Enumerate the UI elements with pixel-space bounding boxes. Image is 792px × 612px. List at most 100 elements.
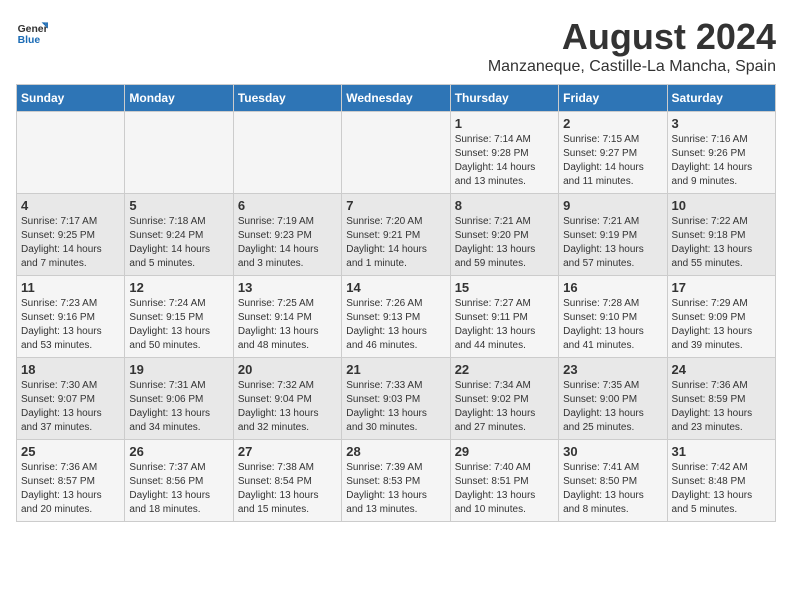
day-of-week-wednesday: Wednesday (342, 85, 450, 112)
day-number: 22 (455, 362, 554, 377)
calendar-cell: 27 Sunrise: 7:38 AM Sunset: 8:54 PM Dayli… (233, 440, 341, 522)
day-info: Sunrise: 7:28 AM Sunset: 9:10 PM Dayligh… (563, 297, 662, 353)
calendar-cell: 23 Sunrise: 7:35 AM Sunset: 9:00 PM Dayli… (559, 358, 667, 440)
calendar-cell: 11Sunrise: 7:23 AM Sunset: 9:16 PM Dayli… (17, 276, 125, 358)
calendar-cell: 10 Sunrise: 7:22 AM Sunset: 9:18 PM Dayli… (667, 194, 775, 276)
calendar-week-3: 11Sunrise: 7:23 AM Sunset: 9:16 PM Dayli… (17, 276, 776, 358)
day-number: 4 (21, 198, 120, 213)
day-number: 29 (455, 444, 554, 459)
day-info: Sunrise: 7:34 AM Sunset: 9:02 PM Dayligh… (455, 379, 554, 435)
calendar-cell: 16 Sunrise: 7:28 AM Sunset: 9:10 PM Dayli… (559, 276, 667, 358)
day-info: Sunrise: 7:33 AM Sunset: 9:03 PM Dayligh… (346, 379, 445, 435)
calendar-cell (342, 112, 450, 194)
day-info: Sunrise: 7:17 AM Sunset: 9:25 PM Dayligh… (21, 215, 120, 271)
calendar-cell (233, 112, 341, 194)
day-number: 2 (563, 116, 662, 131)
day-info: Sunrise: 7:31 AM Sunset: 9:06 PM Dayligh… (129, 379, 228, 435)
calendar-week-4: 18 Sunrise: 7:30 AM Sunset: 9:07 PM Dayli… (17, 358, 776, 440)
day-info: Sunrise: 7:23 AM Sunset: 9:16 PM Dayligh… (21, 297, 120, 353)
day-info: Sunrise: 7:24 AM Sunset: 9:15 PM Dayligh… (129, 297, 228, 353)
day-number: 30 (563, 444, 662, 459)
day-info: Sunrise: 7:26 AM Sunset: 9:13 PM Dayligh… (346, 297, 445, 353)
day-number: 27 (238, 444, 337, 459)
calendar-cell: 19 Sunrise: 7:31 AM Sunset: 9:06 PM Dayli… (125, 358, 233, 440)
day-info: Sunrise: 7:21 AM Sunset: 9:19 PM Dayligh… (563, 215, 662, 271)
calendar-cell: 5Sunrise: 7:18 AM Sunset: 9:24 PM Daylig… (125, 194, 233, 276)
day-number: 28 (346, 444, 445, 459)
day-of-week-thursday: Thursday (450, 85, 558, 112)
day-number: 21 (346, 362, 445, 377)
day-number: 3 (672, 116, 771, 131)
day-number: 25 (21, 444, 120, 459)
calendar-cell: 26Sunrise: 7:37 AM Sunset: 8:56 PM Dayli… (125, 440, 233, 522)
day-info: Sunrise: 7:21 AM Sunset: 9:20 PM Dayligh… (455, 215, 554, 271)
calendar-cell: 6 Sunrise: 7:19 AM Sunset: 9:23 PM Daylig… (233, 194, 341, 276)
calendar-cell: 30 Sunrise: 7:41 AM Sunset: 8:50 PM Dayli… (559, 440, 667, 522)
calendar-cell: 12 Sunrise: 7:24 AM Sunset: 9:15 PM Dayli… (125, 276, 233, 358)
calendar-cell: 21 Sunrise: 7:33 AM Sunset: 9:03 PM Dayli… (342, 358, 450, 440)
calendar-cell: 2Sunrise: 7:15 AM Sunset: 9:27 PM Daylig… (559, 112, 667, 194)
page-title: August 2024 (488, 16, 776, 58)
day-number: 14 (346, 280, 445, 295)
day-info: Sunrise: 7:32 AM Sunset: 9:04 PM Dayligh… (238, 379, 337, 435)
days-of-week-row: SundayMondayTuesdayWednesdayThursdayFrid… (17, 85, 776, 112)
day-info: Sunrise: 7:38 AM Sunset: 8:54 PM Dayligh… (238, 461, 337, 517)
day-info: Sunrise: 7:41 AM Sunset: 8:50 PM Dayligh… (563, 461, 662, 517)
page-subtitle: Manzaneque, Castille-La Mancha, Spain (488, 58, 776, 76)
calendar-cell (17, 112, 125, 194)
day-number: 18 (21, 362, 120, 377)
day-number: 12 (129, 280, 228, 295)
calendar-cell: 15Sunrise: 7:27 AM Sunset: 9:11 PM Dayli… (450, 276, 558, 358)
calendar-cell: 25 Sunrise: 7:36 AM Sunset: 8:57 PM Dayli… (17, 440, 125, 522)
calendar-cell: 18 Sunrise: 7:30 AM Sunset: 9:07 PM Dayli… (17, 358, 125, 440)
day-info: Sunrise: 7:25 AM Sunset: 9:14 PM Dayligh… (238, 297, 337, 353)
day-number: 9 (563, 198, 662, 213)
day-info: Sunrise: 7:35 AM Sunset: 9:00 PM Dayligh… (563, 379, 662, 435)
calendar-cell: 22 Sunrise: 7:34 AM Sunset: 9:02 PM Dayli… (450, 358, 558, 440)
day-number: 8 (455, 198, 554, 213)
day-number: 23 (563, 362, 662, 377)
day-of-week-friday: Friday (559, 85, 667, 112)
day-info: Sunrise: 7:36 AM Sunset: 8:59 PM Dayligh… (672, 379, 771, 435)
day-number: 17 (672, 280, 771, 295)
calendar-table: SundayMondayTuesdayWednesdayThursdayFrid… (16, 84, 776, 522)
day-of-week-saturday: Saturday (667, 85, 775, 112)
day-number: 7 (346, 198, 445, 213)
svg-text:General: General (18, 24, 48, 35)
day-info: Sunrise: 7:16 AM Sunset: 9:26 PM Dayligh… (672, 133, 771, 189)
day-number: 1 (455, 116, 554, 131)
calendar-cell: 8 Sunrise: 7:21 AM Sunset: 9:20 PM Daylig… (450, 194, 558, 276)
day-number: 10 (672, 198, 771, 213)
day-number: 19 (129, 362, 228, 377)
day-info: Sunrise: 7:22 AM Sunset: 9:18 PM Dayligh… (672, 215, 771, 271)
calendar-cell: 4 Sunrise: 7:17 AM Sunset: 9:25 PM Daylig… (17, 194, 125, 276)
day-number: 20 (238, 362, 337, 377)
day-info: Sunrise: 7:19 AM Sunset: 9:23 PM Dayligh… (238, 215, 337, 271)
day-info: Sunrise: 7:36 AM Sunset: 8:57 PM Dayligh… (21, 461, 120, 517)
title-section: August 2024 Manzaneque, Castille-La Manc… (488, 16, 776, 76)
logo: General Blue (16, 16, 48, 48)
logo-icon: General Blue (16, 16, 48, 48)
calendar-cell: 28Sunrise: 7:39 AM Sunset: 8:53 PM Dayli… (342, 440, 450, 522)
day-number: 16 (563, 280, 662, 295)
day-of-week-tuesday: Tuesday (233, 85, 341, 112)
calendar-cell (125, 112, 233, 194)
calendar-cell: 17 Sunrise: 7:29 AM Sunset: 9:09 PM Dayli… (667, 276, 775, 358)
calendar-cell: 3 Sunrise: 7:16 AM Sunset: 9:26 PM Daylig… (667, 112, 775, 194)
calendar-cell: 29Sunrise: 7:40 AM Sunset: 8:51 PM Dayli… (450, 440, 558, 522)
calendar-week-2: 4 Sunrise: 7:17 AM Sunset: 9:25 PM Daylig… (17, 194, 776, 276)
day-info: Sunrise: 7:37 AM Sunset: 8:56 PM Dayligh… (129, 461, 228, 517)
calendar-week-5: 25 Sunrise: 7:36 AM Sunset: 8:57 PM Dayli… (17, 440, 776, 522)
calendar-header: SundayMondayTuesdayWednesdayThursdayFrid… (17, 85, 776, 112)
day-number: 6 (238, 198, 337, 213)
day-info: Sunrise: 7:30 AM Sunset: 9:07 PM Dayligh… (21, 379, 120, 435)
calendar-cell: 31Sunrise: 7:42 AM Sunset: 8:48 PM Dayli… (667, 440, 775, 522)
svg-text:Blue: Blue (18, 35, 41, 46)
calendar-cell: 9 Sunrise: 7:21 AM Sunset: 9:19 PM Daylig… (559, 194, 667, 276)
calendar-week-1: 1Sunrise: 7:14 AM Sunset: 9:28 PM Daylig… (17, 112, 776, 194)
day-number: 5 (129, 198, 228, 213)
calendar-cell: 24Sunrise: 7:36 AM Sunset: 8:59 PM Dayli… (667, 358, 775, 440)
day-of-week-sunday: Sunday (17, 85, 125, 112)
day-info: Sunrise: 7:29 AM Sunset: 9:09 PM Dayligh… (672, 297, 771, 353)
page-header: General Blue August 2024 Manzaneque, Cas… (16, 16, 776, 76)
